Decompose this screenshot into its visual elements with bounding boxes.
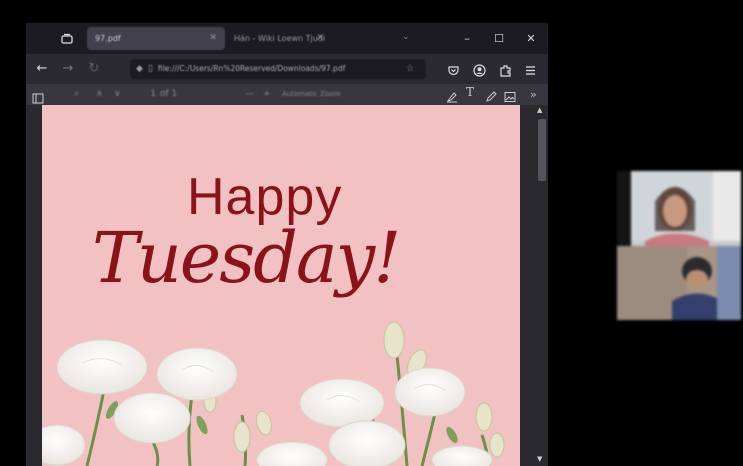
page-count: of 1 bbox=[160, 89, 178, 99]
tab-active[interactable]: 97.pdf ✕ bbox=[87, 27, 225, 50]
close-tab-icon[interactable]: ✕ bbox=[209, 27, 217, 50]
pocket-icon[interactable] bbox=[447, 62, 460, 81]
find-icon[interactable]: ⌕ bbox=[74, 84, 79, 105]
reload-icon[interactable]: ↻ bbox=[83, 54, 105, 84]
scrollbar-thumb[interactable] bbox=[538, 119, 546, 181]
menu-icon[interactable] bbox=[524, 62, 537, 81]
account-icon[interactable] bbox=[473, 62, 486, 81]
url-text: file:///C:/Users/Rn%20Reserved/Downloads… bbox=[158, 64, 346, 73]
zoom-out-button[interactable]: — bbox=[245, 84, 254, 105]
nav-bar: ← → ↻ ◆ ▯ file:///C:/Users/Rn%20Reserved… bbox=[26, 54, 548, 84]
tab-list-icon[interactable] bbox=[60, 31, 74, 45]
page-number-input[interactable]: 1 bbox=[134, 84, 156, 105]
browser-window: 97.pdf ✕ Hán - Wiki Loewn Tjudi ✕ ⌄ – ☐ … bbox=[26, 23, 548, 466]
participant-video bbox=[617, 171, 741, 320]
zoom-in-button[interactable]: + bbox=[263, 84, 271, 105]
minimize-button[interactable]: – bbox=[452, 23, 482, 54]
scroll-up-icon[interactable]: ▲ bbox=[537, 106, 542, 114]
next-page-icon[interactable]: ∨ bbox=[114, 84, 121, 105]
tab-label: 97.pdf bbox=[95, 34, 121, 43]
star-icon[interactable]: ☆ bbox=[406, 64, 418, 74]
shield-icon: ◆ bbox=[136, 64, 143, 74]
page-icon: ▯ bbox=[148, 64, 153, 74]
tab-inactive[interactable]: Hán - Wiki Loewn Tjudi ✕ bbox=[226, 27, 354, 50]
more-tools-icon[interactable]: » bbox=[530, 84, 537, 105]
pdf-toolbar: ⌕ ∧ ∨ 1 of 1 — + Automatic Zoom T » bbox=[26, 84, 548, 106]
pdf-viewer: Happy Tuesday! ▲ ▼ bbox=[26, 105, 548, 466]
zoom-select[interactable]: Automatic Zoom bbox=[282, 84, 376, 105]
pdf-page: Happy Tuesday! bbox=[42, 105, 520, 466]
forward-arrow-icon[interactable]: → bbox=[57, 54, 79, 84]
text-icon[interactable]: T bbox=[466, 85, 474, 99]
scrollbar[interactable]: ▲ ▼ bbox=[534, 105, 548, 466]
tab-bar: 97.pdf ✕ Hán - Wiki Loewn Tjudi ✕ ⌄ – ☐ … bbox=[26, 23, 548, 54]
back-arrow-icon[interactable]: ← bbox=[31, 54, 53, 84]
close-button[interactable]: ✕ bbox=[516, 23, 546, 54]
url-bar[interactable]: ◆ ▯ file:///C:/Users/Rn%20Reserved/Downl… bbox=[130, 59, 426, 79]
scroll-down-icon[interactable]: ▼ bbox=[537, 455, 542, 463]
close-tab-icon[interactable]: ✕ bbox=[316, 27, 324, 50]
extensions-icon[interactable] bbox=[499, 62, 512, 81]
maximize-button[interactable]: ☐ bbox=[484, 23, 514, 54]
greeting-line-2: Tuesday! bbox=[92, 217, 401, 299]
tab-label: Hán - Wiki Loewn Tjudi bbox=[234, 34, 326, 43]
previous-page-icon[interactable]: ∧ bbox=[96, 84, 103, 105]
tab-overflow-icon[interactable]: ⌄ bbox=[402, 32, 410, 42]
